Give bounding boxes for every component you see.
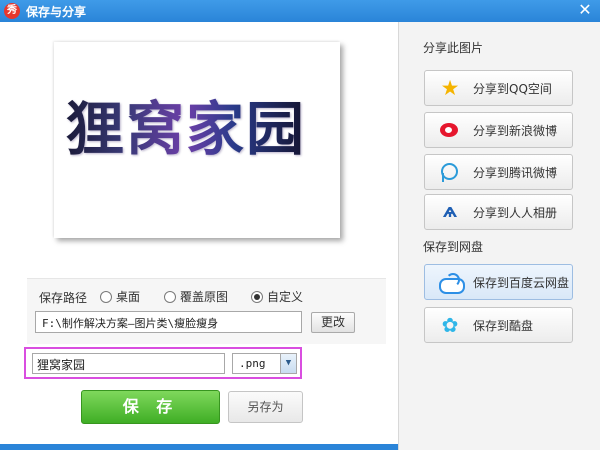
radio-custom[interactable]: 自定义 xyxy=(251,288,303,305)
save-as-button[interactable]: 另存为 xyxy=(228,391,303,423)
save-path-input[interactable]: F:\制作解决方案—图片类\瘦脸瘦身 xyxy=(35,311,302,333)
star-icon: ★ xyxy=(440,76,460,100)
share-tencent-weibo-button[interactable]: 分享到腾讯微博 xyxy=(424,154,573,190)
radio-overwrite-label: 覆盖原图 xyxy=(180,290,229,304)
save-path-panel: 保存路径 桌面 覆盖原图 自定义 F:\制作解决方案—图片类\瘦脸瘦身 更改 xyxy=(27,278,386,344)
kupan-icon: ✿ xyxy=(441,313,459,337)
share-renren-button[interactable]: ѧ 分享到人人相册 xyxy=(424,194,573,230)
extension-value: .png xyxy=(239,357,266,370)
share-sina-label: 分享到新浪微博 xyxy=(473,123,558,138)
tencent-weibo-icon xyxy=(439,161,461,183)
renren-icon: ѧ xyxy=(442,201,458,222)
app-icon: 秀 xyxy=(4,3,20,19)
weibo-icon xyxy=(439,119,461,141)
bottom-accent-bar xyxy=(0,444,398,450)
save-kupan-label: 保存到酷盘 xyxy=(473,318,534,333)
share-tencent-label: 分享到腾讯微博 xyxy=(473,165,558,180)
share-sina-weibo-button[interactable]: 分享到新浪微博 xyxy=(424,112,573,148)
radio-dot xyxy=(100,290,112,303)
radio-overwrite-original[interactable]: 覆盖原图 xyxy=(164,288,228,305)
save-kupan-button[interactable]: ✿ 保存到酷盘 xyxy=(424,307,573,343)
save-path-label: 保存路径 xyxy=(39,291,88,305)
save-baidu-cloud-button[interactable]: 保存到百度云网盘 xyxy=(424,264,573,300)
window-title: 保存与分享 xyxy=(26,5,87,19)
extension-select[interactable]: .png ▼ xyxy=(232,353,297,374)
filename-highlight-box: 狸窝家园 .png ▼ xyxy=(24,347,302,379)
save-button[interactable]: 保 存 xyxy=(81,390,220,424)
radio-dot-selected xyxy=(251,290,263,303)
share-section-title: 分享此图片 xyxy=(423,41,484,55)
radio-dot xyxy=(164,290,176,303)
preview-image-text: 狸窝家园 xyxy=(66,95,307,163)
chevron-down-icon[interactable]: ▼ xyxy=(280,354,296,373)
cloud-section-title: 保存到网盘 xyxy=(423,240,484,254)
radio-custom-label: 自定义 xyxy=(267,290,304,304)
cloud-icon xyxy=(439,271,465,294)
close-icon[interactable]: ✕ xyxy=(576,1,594,19)
radio-desktop-label: 桌面 xyxy=(116,290,141,304)
share-sidebar: 分享此图片 ★ 分享到QQ空间 分享到新浪微博 分享到腾讯微博 ѧ 分享到人人相… xyxy=(398,22,600,450)
share-qzone-label: 分享到QQ空间 xyxy=(473,81,552,96)
radio-desktop[interactable]: 桌面 xyxy=(100,288,140,305)
title-bar: 秀 保存与分享 ✕ xyxy=(0,0,600,22)
image-preview: 狸窝家园 xyxy=(54,42,340,238)
save-baidu-label: 保存到百度云网盘 xyxy=(473,275,570,290)
share-renren-label: 分享到人人相册 xyxy=(473,205,558,220)
filename-input[interactable]: 狸窝家园 xyxy=(32,353,225,374)
change-path-button[interactable]: 更改 xyxy=(311,312,355,333)
share-qzone-button[interactable]: ★ 分享到QQ空间 xyxy=(424,70,573,106)
